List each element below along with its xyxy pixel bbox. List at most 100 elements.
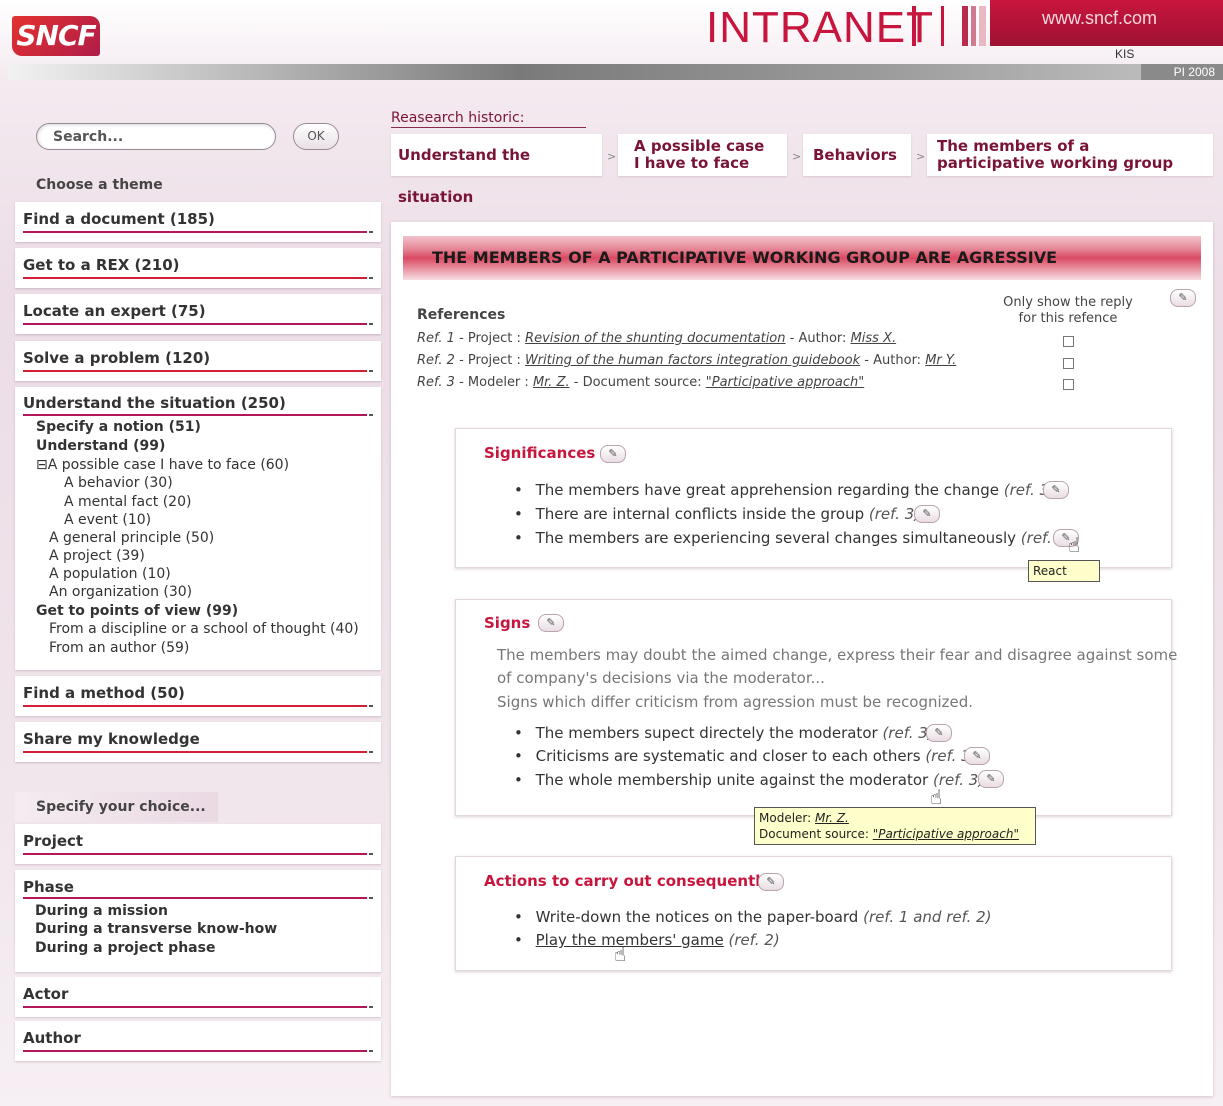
tree-item[interactable]: An organization (30) [49, 584, 192, 600]
tree-item[interactable]: A event (10) [64, 512, 151, 528]
action-item: Play the members' game (ref. 2) [514, 931, 780, 949]
signs-description: of company's decisions via the moderator… [497, 669, 825, 687]
breadcrumb-separator: > [607, 150, 617, 163]
edit-pencil-icon[interactable]: ✎ [926, 724, 952, 742]
ref-3-checkbox[interactable] [1063, 379, 1074, 390]
theme-find-document[interactable]: Find a document (185) [15, 202, 381, 242]
item-ref[interactable]: (ref. 3) [869, 505, 920, 523]
item-text: The members are experiencing several cha… [535, 529, 1017, 547]
reference-row: Ref. 3 - Modeler : Mr. Z. - Document sou… [417, 375, 864, 390]
filter-actor[interactable]: Actor [15, 977, 381, 1017]
theme-underline [23, 231, 373, 233]
ref-key: Document source: [582, 375, 702, 390]
ref-author-link[interactable]: Mr Y. [925, 353, 956, 368]
tree-item[interactable]: ⊟A possible case I have to face (60) [36, 457, 289, 473]
theme-get-rex[interactable]: Get to a REX (210) [15, 248, 381, 288]
filter-label: Project [23, 832, 84, 850]
edit-pencil-icon[interactable]: ✎ [1170, 289, 1196, 307]
breadcrumb-separator: > [916, 150, 926, 163]
ref-project-link[interactable]: Revision of the shunting documentation [525, 331, 785, 346]
ref-modeler-link[interactable]: Mr. Z. [533, 375, 570, 390]
page-title: THE MEMBERS OF A PARTICIPATIVE WORKING G… [432, 248, 1058, 267]
item-text: Criticisms are systematic and closer to … [535, 747, 921, 765]
specify-choice-label: Specify your choice... [36, 799, 206, 815]
signs-description: The members may doubt the aimed change, … [497, 646, 1178, 664]
ref-source-link[interactable]: "Participative approach" [706, 375, 864, 390]
item-text: The members have great apprehension rega… [535, 481, 999, 499]
theme-locate-expert[interactable]: Locate an expert (75) [15, 294, 381, 334]
filter-label: Actor [23, 985, 69, 1003]
breadcrumb-item-behaviors[interactable]: Behaviors [803, 134, 911, 176]
breadcrumb-label: Understand the situation [398, 146, 531, 206]
edit-pencil-icon[interactable]: ✎ [600, 445, 626, 463]
significances-title: Significances [484, 444, 596, 462]
theme-find-method[interactable]: Find a method (50) [15, 676, 381, 716]
tree-item[interactable]: Specify a notion (51) [36, 419, 201, 435]
edit-pencil-icon[interactable]: ✎ [758, 873, 784, 891]
ref-key: Author: [873, 353, 922, 368]
filter-project[interactable]: Project [15, 824, 381, 864]
theme-solve-problem[interactable]: Solve a problem (120) [15, 341, 381, 381]
tree-item[interactable]: Get to points of view (99) [36, 603, 238, 619]
intranet-title: INTRANET [706, 3, 934, 52]
reference-row: Ref. 2 - Project : Writing of the human … [417, 353, 956, 368]
breadcrumb-label: A possible case [634, 137, 765, 155]
edit-pencil-icon[interactable]: ✎ [538, 614, 564, 632]
ref-key: Author: [798, 331, 847, 346]
sncf-logo[interactable]: SNCF [12, 16, 100, 56]
react-tooltip: React [1028, 560, 1100, 582]
item-ref[interactable]: (ref. 1 and ref. 2) [863, 908, 991, 926]
ref-1-checkbox[interactable] [1063, 336, 1074, 347]
edit-pencil-icon[interactable]: ✎ [978, 770, 1004, 788]
filter-label: Phase [23, 878, 74, 896]
hand-cursor-icon: ☝ [1068, 533, 1081, 557]
theme-share-knowledge[interactable]: Share my knowledge [15, 722, 381, 762]
ref-dash: - [459, 375, 464, 390]
theme-underline [23, 370, 373, 372]
tree-item[interactable]: From an author (59) [49, 640, 189, 656]
ref-author-link[interactable]: Miss X. [851, 331, 897, 346]
edit-pencil-icon[interactable]: ✎ [964, 747, 990, 765]
tree-item[interactable]: From a discipline or a school of thought… [49, 621, 359, 637]
edit-pencil-icon[interactable]: ✎ [1043, 481, 1069, 499]
tree-item[interactable]: A mental fact (20) [64, 494, 191, 510]
tooltip-key: Modeler: [759, 811, 812, 825]
filter-underline [23, 1050, 373, 1052]
edit-pencil-icon[interactable]: ✎ [914, 505, 940, 523]
ref-project-link[interactable]: Writing of the human factors integration… [525, 353, 860, 368]
breadcrumb-item-members[interactable]: The members of a participative working g… [927, 134, 1213, 176]
site-link[interactable]: www.sncf.com [1042, 8, 1157, 29]
breadcrumb-item-possible-case[interactable]: A possible case I have to face [618, 134, 787, 176]
ref-2-checkbox[interactable] [1063, 358, 1074, 369]
tree-item[interactable]: A behavior (30) [64, 475, 173, 491]
item-ref[interactable]: (ref. 2) [729, 931, 780, 949]
action-link[interactable]: Play the members' game [536, 931, 724, 949]
search-input[interactable] [51, 124, 265, 149]
tooltip-line: Document source: "Participative approach… [759, 826, 1031, 842]
phase-item[interactable]: During a mission [35, 903, 168, 919]
header-bar-decoration [941, 6, 944, 46]
theme-label: Solve a problem (120) [23, 349, 211, 367]
phase-item[interactable]: During a project phase [35, 940, 215, 956]
filter-underline [23, 897, 373, 899]
signs-description: Signs which differ criticism from agress… [497, 693, 974, 711]
header: SNCF INTRANET www.sncf.com KIS PI 2008 [0, 0, 1223, 82]
version-label: PI 2008 [1141, 64, 1223, 80]
phase-item[interactable]: During a transverse know-how [35, 921, 277, 937]
tree-item[interactable]: A population (10) [49, 566, 171, 582]
breadcrumb-item-understand[interactable]: Understand the situation [391, 134, 602, 206]
ref-key: Modeler : [467, 375, 529, 390]
action-item: Write-down the notices on the paper-boar… [514, 908, 992, 926]
tree-item[interactable]: A project (39) [49, 548, 145, 564]
tooltip-value[interactable]: Mr. Z. [815, 811, 849, 825]
ref-dash: - [459, 353, 464, 368]
tooltip-value[interactable]: "Participative approach" [873, 827, 1019, 841]
tooltip-key: Document source: [759, 827, 869, 841]
hand-cursor-icon: ☝ [930, 785, 943, 809]
search-ok-button[interactable]: OK [293, 123, 339, 150]
header-bar-decoration [912, 6, 916, 46]
filter-author[interactable]: Author [15, 1021, 381, 1061]
tree-item[interactable]: A general principle (50) [49, 530, 214, 546]
filter-underline [23, 853, 373, 855]
tree-item[interactable]: Understand (99) [36, 438, 165, 454]
